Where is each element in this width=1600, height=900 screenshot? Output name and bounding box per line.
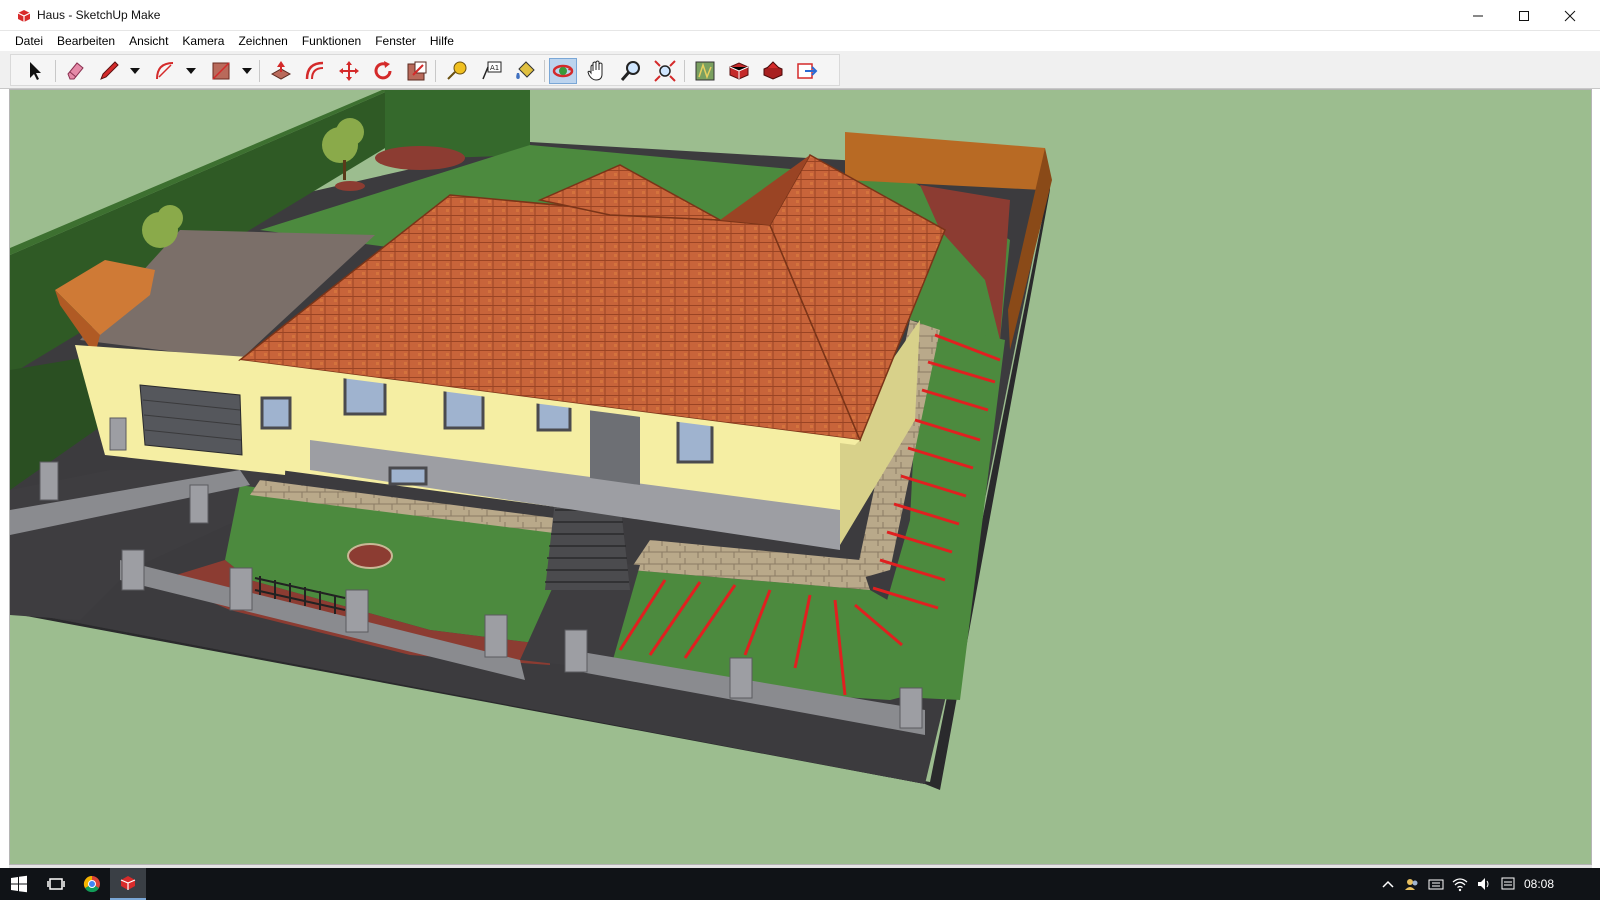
chevron-down-icon (242, 68, 252, 74)
move-icon (339, 61, 359, 81)
menu-datei[interactable]: Datei (8, 31, 50, 51)
minimize-icon (1473, 15, 1483, 16)
window (676, 418, 714, 464)
pencil-line-icon (100, 61, 119, 80)
push-pull-tool[interactable] (267, 58, 295, 84)
windows-taskbar: 08:08 (0, 868, 1600, 900)
people-icon[interactable] (1404, 876, 1420, 892)
3d-warehouse-icon (729, 62, 749, 80)
menu-fenster[interactable]: Fenster (368, 31, 423, 51)
sketchup-icon (17, 10, 31, 22)
text-icon: A1 (482, 61, 502, 80)
rotate-icon (374, 61, 392, 80)
sketchup-taskbar-button[interactable] (110, 868, 146, 900)
offset-icon (305, 61, 324, 80)
send-to-layout-tool[interactable] (793, 58, 821, 84)
window (388, 466, 428, 486)
rectangle-icon (212, 62, 230, 80)
select-arrow-icon (30, 62, 41, 80)
maximize-icon (1519, 10, 1529, 21)
large-tool-set: A1 (10, 54, 840, 86)
maximize-button[interactable] (1501, 0, 1547, 31)
separator (544, 60, 545, 82)
pan-icon (587, 60, 603, 81)
scale-tool[interactable] (403, 58, 431, 84)
separator (259, 60, 260, 82)
lawn-flowerbed (347, 543, 393, 569)
eraser-tool[interactable] (61, 58, 89, 84)
move-tool[interactable] (335, 58, 363, 84)
select-tool[interactable] (21, 58, 49, 84)
zoom-icon (620, 61, 640, 81)
menu-bar: Datei Bearbeiten Ansicht Kamera Zeichnen… (0, 31, 1600, 51)
svg-text:A1: A1 (490, 64, 499, 72)
zoom-tool[interactable] (617, 58, 645, 84)
sketchup-taskbar-icon (120, 876, 136, 890)
window (260, 396, 292, 430)
chevron-up-icon[interactable] (1380, 876, 1396, 892)
push-pull-icon (270, 61, 292, 80)
keyboard-icon[interactable] (1428, 876, 1444, 892)
taskbar-clock[interactable]: 08:08 (1524, 877, 1554, 891)
separator (684, 60, 685, 82)
window-title: Haus - SketchUp Make (37, 8, 161, 22)
chevron-down-icon (130, 68, 140, 74)
rectangle-tool-dropdown[interactable] (239, 58, 255, 84)
orbit-icon (552, 64, 574, 78)
line-tool-dropdown[interactable] (127, 58, 143, 84)
line-tool[interactable] (95, 58, 123, 84)
tape-measure-icon (447, 61, 467, 80)
pan-tool[interactable] (583, 58, 611, 84)
task-view-icon (47, 878, 65, 890)
extension-warehouse-tool[interactable] (759, 58, 787, 84)
zoom-extents-icon (654, 60, 676, 82)
paint-bucket-icon (516, 61, 535, 79)
close-button[interactable] (1547, 0, 1593, 31)
chrome-taskbar-button[interactable] (74, 868, 110, 900)
start-button[interactable] (0, 868, 38, 900)
arc-tool[interactable] (151, 58, 179, 84)
send-to-layout-icon (797, 63, 818, 79)
offset-tool[interactable] (301, 58, 329, 84)
back-flowerbed (375, 146, 465, 170)
wifi-icon[interactable] (1452, 876, 1468, 892)
arc-tool-dropdown[interactable] (183, 58, 199, 84)
scale-icon (407, 61, 427, 81)
menu-ansicht[interactable]: Ansicht (122, 31, 175, 51)
zoom-extents-tool[interactable] (651, 58, 679, 84)
extension-warehouse-icon (763, 61, 783, 80)
toolbar: A1 (0, 51, 1600, 89)
add-location-tool[interactable] (691, 58, 719, 84)
menu-bearbeiten[interactable]: Bearbeiten (50, 31, 122, 51)
rectangle-tool[interactable] (207, 58, 235, 84)
title-bar: Haus - SketchUp Make (0, 0, 1600, 31)
3d-warehouse-tool[interactable] (725, 58, 753, 84)
rotate-tool[interactable] (369, 58, 397, 84)
front-door (590, 410, 640, 485)
arc-icon (156, 62, 174, 80)
chrome-icon (83, 875, 100, 893)
separator (55, 60, 56, 82)
orbit-tool[interactable] (549, 58, 577, 84)
windows-start-icon (11, 875, 27, 893)
menu-funktionen[interactable]: Funktionen (295, 31, 368, 51)
menu-kamera[interactable]: Kamera (175, 31, 231, 51)
add-location-icon (695, 61, 715, 81)
action-center-icon[interactable] (1500, 876, 1516, 892)
eraser-icon (67, 62, 84, 80)
speaker-icon[interactable] (1476, 876, 1492, 892)
chevron-down-icon (186, 68, 196, 74)
minimize-button[interactable] (1455, 0, 1501, 31)
separator (435, 60, 436, 82)
menu-hilfe[interactable]: Hilfe (423, 31, 461, 51)
task-view-button[interactable] (38, 868, 74, 900)
close-icon (1564, 10, 1576, 21)
tape-measure-tool[interactable] (443, 58, 471, 84)
model-viewport[interactable] (9, 89, 1592, 865)
house-model (10, 90, 1052, 790)
back-fence (845, 132, 1045, 190)
text-tool[interactable]: A1 (477, 58, 505, 84)
paint-bucket-tool[interactable] (511, 58, 539, 84)
menu-zeichnen[interactable]: Zeichnen (231, 31, 294, 51)
